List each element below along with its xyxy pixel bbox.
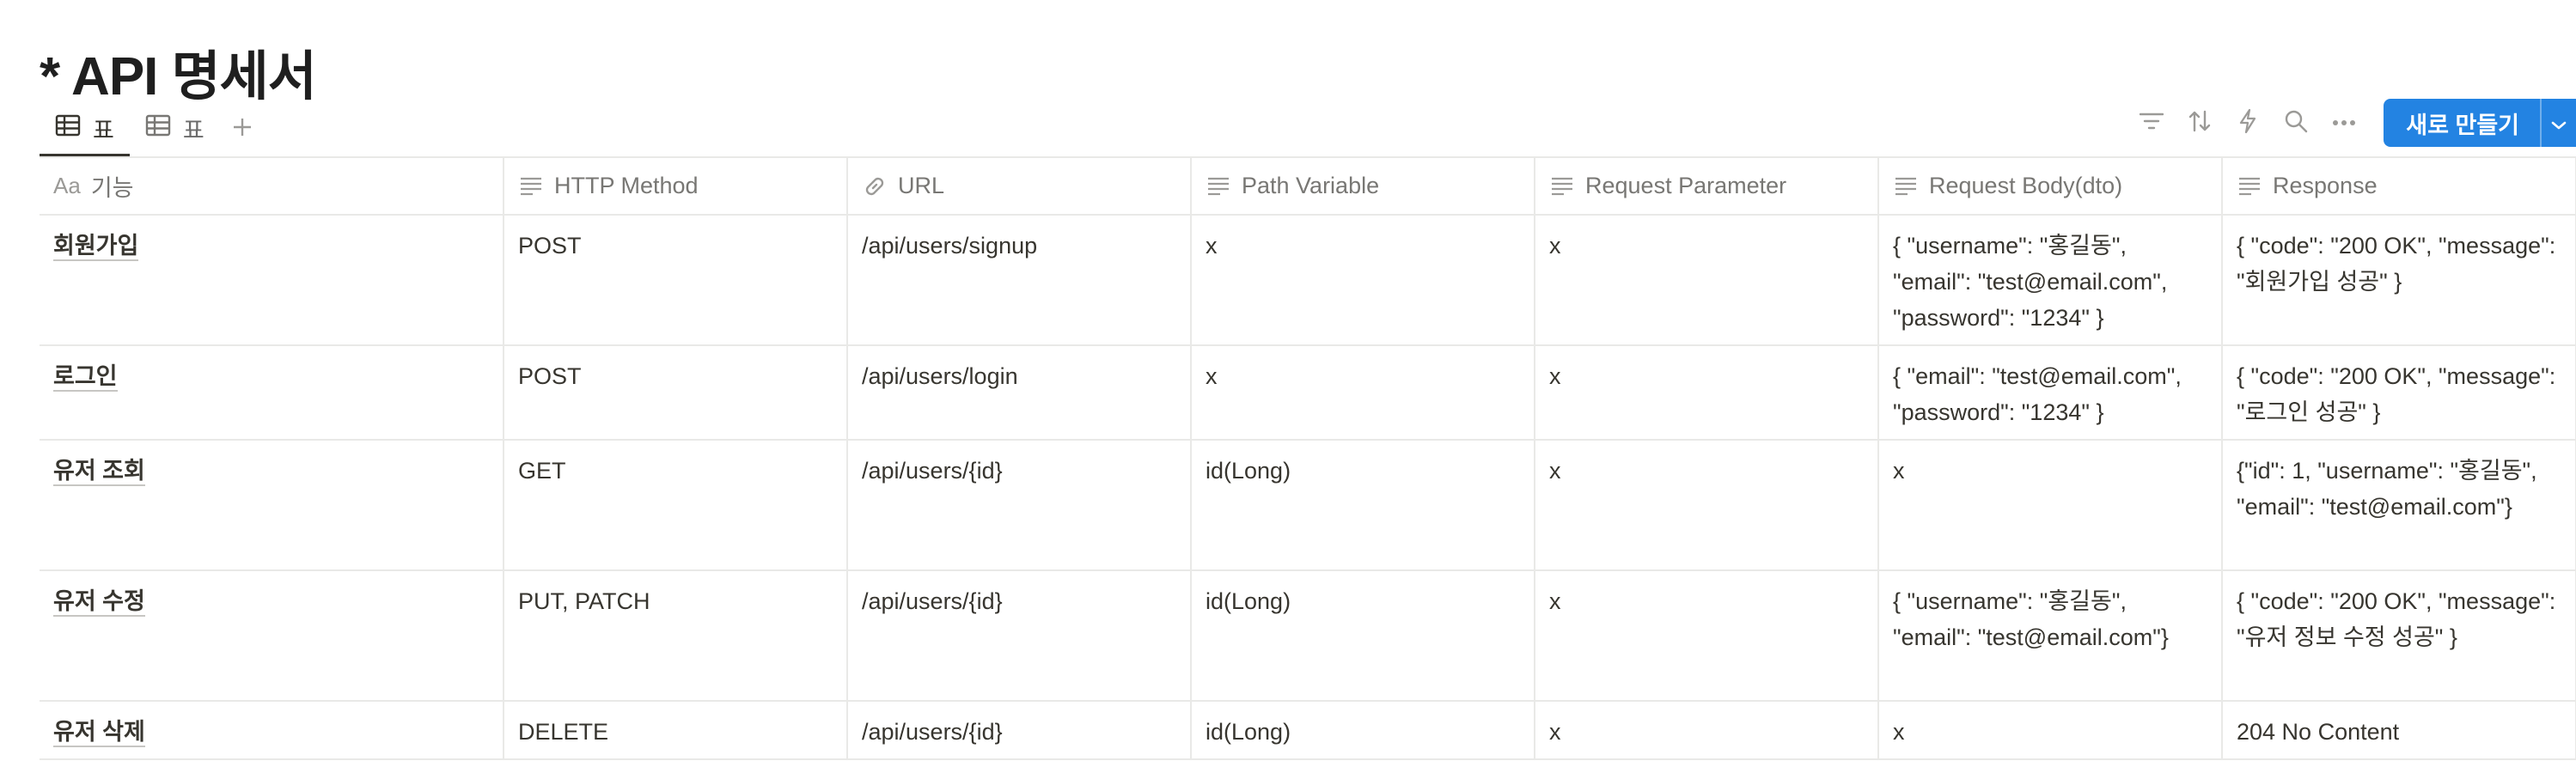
filter-button[interactable] [2127,99,2176,147]
row-title[interactable]: 유저 수정 [53,588,145,617]
filter-icon [2140,112,2164,135]
table-row[interactable]: 유저 삭제 DELETE /api/users/{id} id(Long) x … [40,701,2576,760]
text-lines-icon [518,174,544,199]
column-header-http-method[interactable]: HTTP Method [504,158,848,216]
http-method-cell[interactable]: POST [504,345,848,441]
chevron-down-icon [2550,110,2567,137]
new-button[interactable]: 새로 만들기 [2384,99,2540,147]
url-cell[interactable]: /api/users/{id} [847,440,1192,571]
aa-title-icon: Aa [53,173,81,198]
row-title[interactable]: 로그인 [53,363,118,392]
new-button-group: 새로 만들기 [2384,99,2576,147]
search-button[interactable] [2272,99,2320,147]
feature-cell[interactable]: 로그인 [40,345,504,441]
api-spec-table: Aa 기능 HTTP Method URL Path Variable Requ… [40,158,2576,760]
table-icon [145,114,171,143]
column-header-label: 기능 [90,175,134,201]
http-method-cell[interactable]: PUT, PATCH [504,570,848,702]
column-header-label: Response [2273,173,2378,198]
table-row[interactable]: 유저 수정 PUT, PATCH /api/users/{id} id(Long… [40,570,2576,702]
request-parameter-cell[interactable]: x [1535,701,1879,760]
text-lines-icon [1206,174,1231,199]
response-cell[interactable]: { "code": "200 OK", "message": "유저 정보 수정… [2222,570,2576,702]
http-method-cell[interactable]: GET [504,440,848,571]
row-title[interactable]: 유저 삭제 [53,719,145,747]
view-tabs: 표 표 [40,100,265,156]
add-view-button[interactable] [220,100,265,156]
table-row[interactable]: 로그인 POST /api/users/login x x { "email":… [40,345,2576,441]
column-header-label: URL [898,173,945,198]
automation-button[interactable] [2224,99,2272,147]
feature-cell[interactable]: 유저 수정 [40,570,504,702]
sort-button[interactable] [2176,99,2224,147]
link-icon [862,174,888,199]
table-row[interactable]: 회원가입 POST /api/users/signup x x { "usern… [40,215,2576,346]
request-body-cell[interactable]: { "email": "test@email.com", "password":… [1878,345,2223,441]
column-header-label: Path Variable [1242,173,1380,198]
request-body-cell[interactable]: x [1878,701,2223,760]
request-parameter-cell[interactable]: x [1535,440,1879,571]
more-icon [2332,115,2356,131]
path-variable-cell[interactable]: id(Long) [1191,570,1535,702]
view-tab-table-1[interactable]: 표 [40,100,130,156]
response-cell[interactable]: { "code": "200 OK", "message": "로그인 성공" … [2222,345,2576,441]
column-header-feature[interactable]: Aa 기능 [40,158,504,216]
column-header-label: HTTP Method [554,173,699,198]
table-header-row: Aa 기능 HTTP Method URL Path Variable Requ… [40,158,2576,216]
feature-cell[interactable]: 유저 조회 [40,440,504,571]
row-title[interactable]: 회원가입 [53,233,139,261]
response-cell[interactable]: 204 No Content [2222,701,2576,760]
path-variable-cell[interactable]: x [1191,345,1535,441]
view-tab-table-2[interactable]: 표 [130,100,220,156]
column-header-url[interactable]: URL [847,158,1192,216]
column-header-response[interactable]: Response [2222,158,2576,216]
view-tab-label: 표 [93,117,114,143]
plus-icon [232,112,253,144]
request-body-cell[interactable]: x [1878,440,2223,571]
request-body-cell[interactable]: { "username": "홍길동", "email": "test@emai… [1878,570,2223,702]
column-header-request-parameter[interactable]: Request Parameter [1535,158,1879,216]
url-cell[interactable]: /api/users/{id} [847,570,1192,702]
column-header-path-variable[interactable]: Path Variable [1191,158,1535,216]
http-method-cell[interactable]: POST [504,215,848,346]
path-variable-cell[interactable]: id(Long) [1191,701,1535,760]
url-cell[interactable]: /api/users/signup [847,215,1192,346]
view-tab-label: 표 [182,117,204,143]
new-button-dropdown[interactable] [2540,99,2576,147]
request-parameter-cell[interactable]: x [1535,215,1879,346]
url-cell[interactable]: /api/users/login [847,345,1192,441]
text-lines-icon [1893,174,1919,199]
http-method-cell[interactable]: DELETE [504,701,848,760]
request-parameter-cell[interactable]: x [1535,345,1879,441]
request-parameter-cell[interactable]: x [1535,570,1879,702]
more-options-button[interactable] [2320,99,2368,147]
path-variable-cell[interactable]: id(Long) [1191,440,1535,571]
search-icon [2284,109,2308,137]
request-body-cell[interactable]: { "username": "홍길동", "email": "test@emai… [1878,215,2223,346]
table-icon [55,114,81,143]
lightning-icon [2238,108,2257,138]
url-cell[interactable]: /api/users/{id} [847,701,1192,760]
row-title[interactable]: 유저 조회 [53,458,145,486]
column-header-label: Request Parameter [1585,173,1787,198]
text-lines-icon [2237,174,2262,199]
column-header-label: Request Body(dto) [1929,173,2123,198]
text-lines-icon [1549,174,1575,199]
response-cell[interactable]: {"id": 1, "username": "홍길동", "email": "t… [2222,440,2576,571]
feature-cell[interactable]: 유저 삭제 [40,701,504,760]
response-cell[interactable]: { "code": "200 OK", "message": "회원가입 성공"… [2222,215,2576,346]
feature-cell[interactable]: 회원가입 [40,215,504,346]
path-variable-cell[interactable]: x [1191,215,1535,346]
column-header-request-body[interactable]: Request Body(dto) [1878,158,2223,216]
table-row[interactable]: 유저 조회 GET /api/users/{id} id(Long) x x {… [40,440,2576,571]
database-toolbar: 새로 만들기 [2127,98,2576,148]
sort-icon [2188,109,2212,137]
